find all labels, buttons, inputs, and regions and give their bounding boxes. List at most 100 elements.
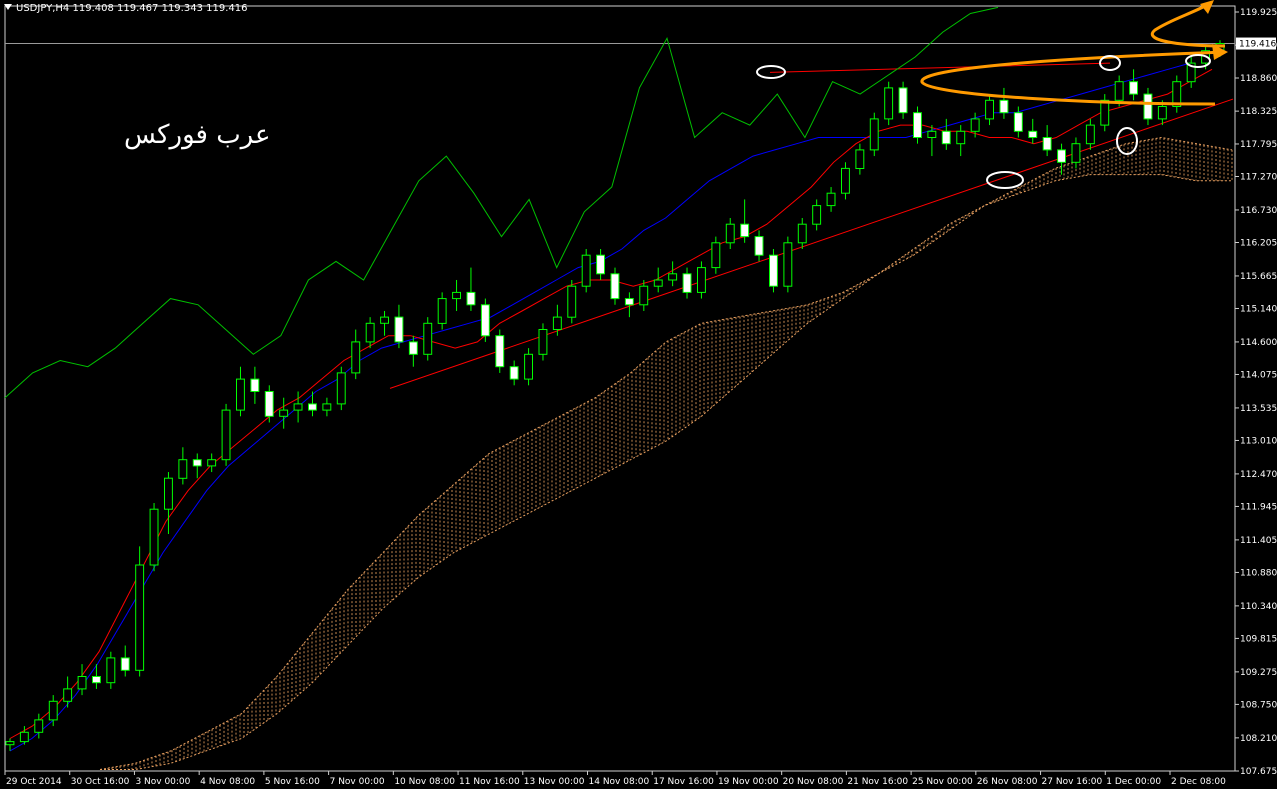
bear-candle-body <box>596 254 605 275</box>
candle <box>394 304 404 349</box>
bull-candle-body <box>869 118 879 151</box>
candle <box>135 546 145 677</box>
bear-candle-body <box>509 366 519 380</box>
time-axis[interactable]: 29 Oct 2014 30 Oct 16:00 3 Nov 00:00 4 Nov … <box>4 771 1226 787</box>
ichimoku-chart[interactable]: 119.925119.390118.860118.325117.795117.2… <box>0 0 1277 789</box>
candle <box>452 279 462 311</box>
chart-window[interactable]: 119.925119.390118.860118.325117.795117.2… <box>0 0 1277 789</box>
y-tick-label: 111.405 <box>1240 536 1277 546</box>
candle <box>48 695 58 727</box>
candle <box>567 279 577 324</box>
candle <box>841 162 850 200</box>
x-tick-label: 14 Nov 08:00 <box>589 777 650 787</box>
bear-candle-body <box>1028 130 1038 139</box>
x-tick-label: 13 Nov 00:00 <box>524 777 585 787</box>
senkou-span-a <box>99 136 1233 770</box>
x-tick-label: 17 Nov 16:00 <box>653 777 714 787</box>
candle <box>884 81 894 126</box>
candle <box>365 317 375 349</box>
bull-candle-body <box>668 273 678 281</box>
bull-candle-body <box>5 741 15 746</box>
highlight-ellipse <box>1116 127 1138 155</box>
bear-candle-body <box>898 87 908 114</box>
bear-candle-body <box>941 130 951 145</box>
y-tick-label: 115.140 <box>1240 304 1277 314</box>
y-tick-label: 107.675 <box>1240 767 1277 777</box>
candle <box>697 261 706 299</box>
candle <box>509 360 519 386</box>
y-tick-label: 118.860 <box>1240 74 1277 84</box>
annotations[interactable] <box>756 0 1228 189</box>
bear-candle-body <box>1143 93 1153 120</box>
y-tick-label: 110.340 <box>1240 602 1277 612</box>
bear-candle-body <box>120 657 130 671</box>
candle <box>913 106 922 144</box>
bull-candle-body <box>322 403 332 411</box>
candle <box>480 298 490 342</box>
bear-candle-body <box>913 112 922 138</box>
ohlc-close: 119.416 <box>206 3 248 14</box>
bear-candle-body <box>1013 112 1023 132</box>
bull-candle-body <box>178 459 188 479</box>
bull-candle-body <box>279 409 289 417</box>
y-tick-label: 109.275 <box>1240 668 1277 678</box>
ohlc-high: 119.467 <box>117 3 159 14</box>
candle <box>941 118 951 150</box>
candle <box>250 366 260 404</box>
y-tick-label: 119.925 <box>1240 8 1277 18</box>
candle <box>624 292 634 318</box>
y-tick-label: 116.205 <box>1240 238 1277 248</box>
bear-candle-body <box>250 378 260 393</box>
candle <box>351 329 361 380</box>
candle <box>1071 137 1081 169</box>
bull-candle-body <box>970 118 980 132</box>
dropdown-arrow-icon[interactable] <box>4 4 12 10</box>
candle <box>437 292 447 330</box>
bull-candle-body <box>1157 106 1167 120</box>
candle <box>149 503 159 572</box>
y-tick-label: 108.750 <box>1240 700 1277 710</box>
bear-candle-body <box>1042 137 1052 151</box>
bull-candle-body <box>365 322 375 343</box>
candle <box>380 310 390 336</box>
bull-candle-body <box>927 130 937 139</box>
candle <box>898 81 908 119</box>
y-tick-label: 114.600 <box>1240 338 1277 348</box>
candle <box>812 199 822 231</box>
x-tick-label: 20 Nov 08:00 <box>783 777 844 787</box>
candle <box>639 279 649 311</box>
bull-candle-body <box>19 731 29 743</box>
candle <box>754 230 764 262</box>
candle <box>1028 118 1038 144</box>
x-tick-label: 25 Nov 00:00 <box>912 777 973 787</box>
bull-candle-body <box>351 341 361 374</box>
bull-candle-body <box>164 477 173 510</box>
candle <box>264 385 274 423</box>
bull-candle-body <box>653 279 663 287</box>
bear-candle-body <box>740 223 750 238</box>
bull-candle-body <box>77 676 87 690</box>
candle <box>207 453 217 473</box>
y-tick-label: 118.325 <box>1240 107 1277 117</box>
current-price-label: 119.416 <box>1239 40 1276 50</box>
candle <box>769 248 778 293</box>
candle <box>192 453 202 479</box>
candle <box>1143 87 1153 126</box>
bear-candle-body <box>624 298 634 306</box>
bull-candle-body <box>956 130 966 145</box>
bear-candle-body <box>264 391 274 417</box>
bull-candle-body <box>524 353 533 380</box>
candle <box>869 112 879 157</box>
x-tick-label: 1 Dec 00:00 <box>1106 777 1161 787</box>
senkou-span-b <box>100 174 1232 770</box>
candle <box>653 267 663 293</box>
candle <box>236 366 245 417</box>
candle <box>610 267 620 305</box>
bull-candle-body <box>639 285 649 306</box>
y-tick-label: 111.945 <box>1240 502 1277 512</box>
bull-candle-body <box>567 285 577 318</box>
y-tick-label: 117.270 <box>1240 173 1277 183</box>
candle <box>1100 94 1110 132</box>
price-axis[interactable]: 119.925119.390118.860118.325117.795117.2… <box>1235 8 1277 777</box>
x-tick-label: 7 Nov 00:00 <box>330 777 385 787</box>
